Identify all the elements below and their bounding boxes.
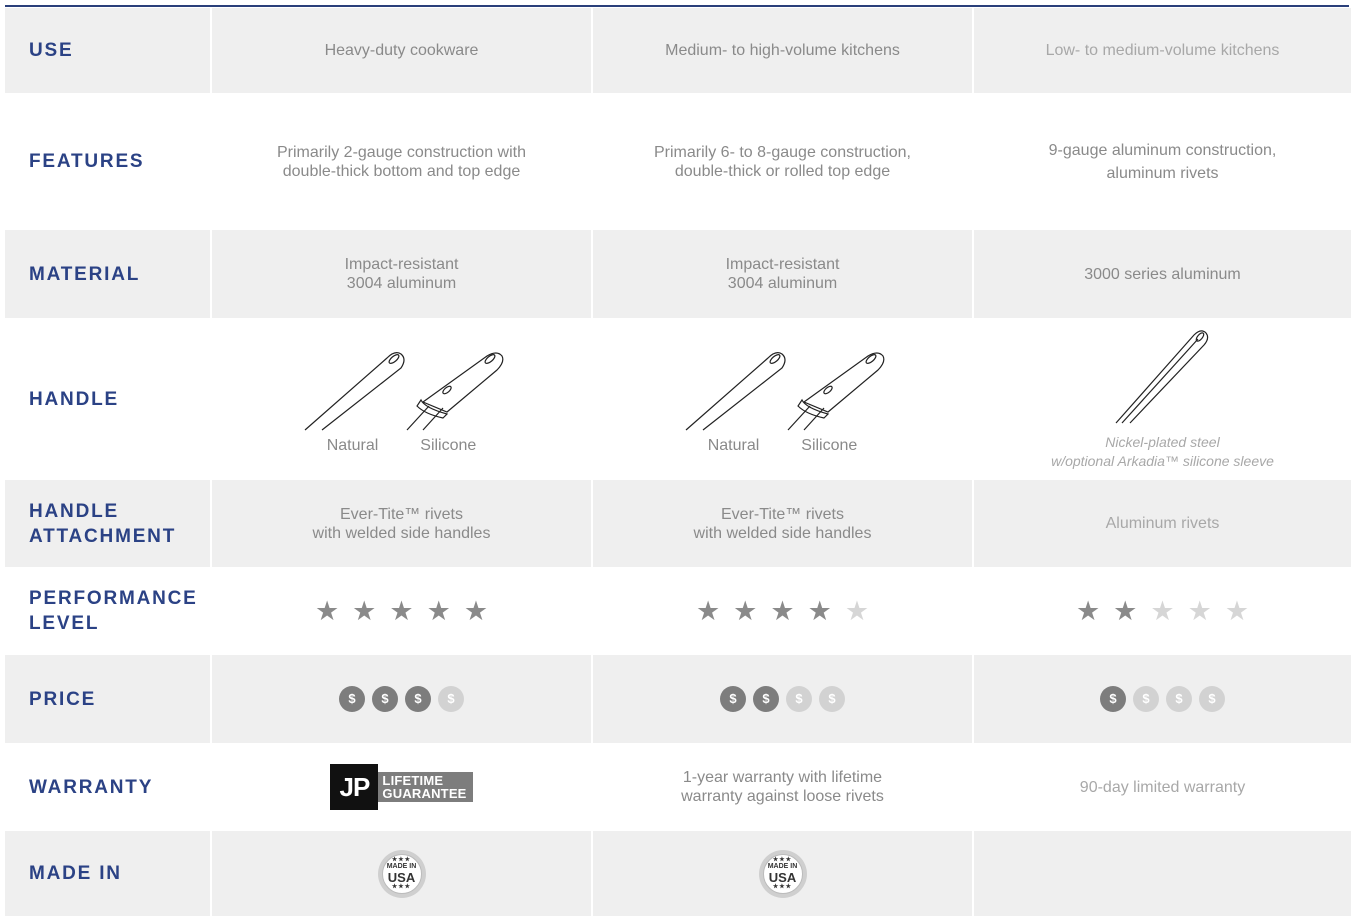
row-label: HANDLE ATTACHMENT (5, 480, 210, 567)
row-performance: PERFORMANCE LEVEL ★ ★ ★ ★ ★ ★ ★ ★ ★ ★ ★ ★ ★ ★ ★ (5, 567, 1349, 655)
row-made-in: MADE IN ★★★ MADE IN USA ★★★ ★★★ MADE IN … (5, 831, 1351, 916)
cell-attachment-2: Ever-Tite™ rivets with welded side handle… (593, 480, 972, 567)
cell-warranty-2: 1-year warranty with lifetime warranty ag… (681, 769, 884, 805)
dollar-coin-icon: $ (819, 686, 845, 712)
jp-mark: JP (330, 764, 379, 810)
cell-material-1: Impact-resistant 3004 aluminum (212, 230, 591, 318)
lifetime-guarantee-badge: JP LIFETIME GUARANTEE (330, 764, 473, 810)
cell-handle-3: Nickel-plated steel w/optional Arkadia™ s… (974, 318, 1351, 480)
cell-made-2: ★★★ MADE IN USA ★★★ (593, 831, 972, 916)
handle-label-silicone: Silicone (801, 436, 858, 454)
row-handle-attachment: HANDLE ATTACHMENT Ever-Tite™ rivets with w… (5, 480, 1351, 567)
star-icon: ★ (770, 595, 795, 627)
cell-handle-1: Natural Silicone (212, 318, 591, 480)
row-use: USE Heavy-duty cookware Medium- to high-… (5, 8, 1351, 93)
dollar-coin-icon: $ (786, 686, 812, 712)
star-icon: ★ (1113, 595, 1138, 627)
dollar-coin-icon: $ (720, 686, 746, 712)
dollar-coin-icon: $ (1199, 686, 1225, 712)
cell-features-2: Primarily 6- to 8-gauge construction, dou… (654, 143, 911, 180)
dollar-coin-icon: $ (753, 686, 779, 712)
price-rating: $ $ $ $ (1100, 686, 1225, 712)
handle-label-natural: Natural (707, 436, 760, 454)
nickel-handle-icon (1115, 330, 1208, 424)
star-icon: ★ (733, 595, 758, 627)
row-label: FEATURES (29, 151, 145, 172)
dollar-coin-icon: $ (372, 686, 398, 712)
row-label: PERFORMANCE LEVEL (29, 588, 198, 634)
row-label: USE (5, 8, 210, 93)
cell-price-2: $ $ $ $ (593, 655, 972, 743)
cell-use-3: Low- to medium-volume kitchens (974, 8, 1351, 93)
row-label: HANDLE (29, 388, 119, 410)
dollar-coin-icon: $ (1100, 686, 1126, 712)
star-icon: ★ (352, 595, 377, 627)
dollar-coin-icon: $ (438, 686, 464, 712)
cell-use-2: Medium- to high-volume kitchens (593, 8, 972, 93)
star-icon: ★ (1224, 595, 1250, 627)
star-icon: ★ (463, 595, 489, 627)
price-rating: $ $ $ $ (720, 686, 845, 712)
row-price: PRICE $ $ $ $ $ $ $ $ $ $ $ $ (5, 655, 1351, 743)
handles-illustration (304, 351, 503, 430)
cell-use-1: Heavy-duty cookware (212, 8, 591, 93)
comparison-table: USE Heavy-duty cookware Medium- to high-… (0, 0, 1354, 916)
star-icon: ★ (807, 595, 832, 627)
cell-attachment-1: Ever-Tite™ rivets with welded side handle… (212, 480, 591, 567)
price-rating: $ $ $ $ (339, 686, 464, 712)
row-features: FEATURES Primarily 2-gauge construction … (5, 93, 1349, 230)
star-icon: ★ (314, 595, 340, 627)
row-label: PRICE (5, 655, 210, 743)
handle-label-natural: Natural (326, 436, 379, 454)
made-in-usa-badge: ★★★ MADE IN USA ★★★ (377, 849, 426, 898)
star-icon: ★ (426, 595, 451, 627)
row-handle: HANDLE Natural Silicone Natural Silicone… (5, 318, 1349, 480)
cell-performance-3: ★ ★ ★ ★ ★ (974, 567, 1351, 655)
star-rating: ★ ★ ★ ★ ★ (1076, 598, 1249, 625)
handles-illustration (685, 351, 884, 430)
dollar-coin-icon: $ (1166, 686, 1192, 712)
jp-text: LIFETIME GUARANTEE (378, 772, 473, 802)
row-warranty: WARRANTY JP LIFETIME GUARANTEE 1-year wa… (5, 743, 1349, 831)
cell-performance-1: ★ ★ ★ ★ ★ (212, 567, 591, 655)
row-material: MATERIAL Impact-resistant 3004 aluminum I… (5, 230, 1351, 318)
cell-made-3 (974, 831, 1351, 916)
star-icon: ★ (1187, 595, 1212, 627)
made-in-usa-badge: ★★★ MADE IN USA ★★★ (758, 849, 807, 898)
row-label: WARRANTY (29, 776, 154, 798)
cell-price-1: $ $ $ $ (212, 655, 591, 743)
silicone-handle-icon (406, 351, 503, 430)
cell-price-3: $ $ $ $ (974, 655, 1351, 743)
handle-note: Nickel-plated steel w/optional Arkadia™ s… (1051, 434, 1274, 469)
handle-label-silicone: Silicone (420, 436, 477, 454)
row-label: MADE IN (5, 831, 210, 916)
cell-material-3: 3000 series aluminum (974, 230, 1351, 318)
cell-handle-2: Natural Silicone (593, 318, 972, 480)
cell-features-3: 9-gauge aluminum construction, aluminum r… (1048, 141, 1277, 182)
top-rule (5, 5, 1349, 7)
star-icon: ★ (695, 595, 721, 627)
dollar-coin-icon: $ (405, 686, 431, 712)
cell-warranty-1: JP LIFETIME GUARANTEE (212, 743, 591, 831)
cell-material-2: Impact-resistant 3004 aluminum (593, 230, 972, 318)
dollar-coin-icon: $ (1133, 686, 1159, 712)
dollar-coin-icon: $ (339, 686, 365, 712)
natural-handle-icon (304, 351, 405, 430)
cell-attachment-3: Aluminum rivets (974, 480, 1351, 567)
row-label: MATERIAL (5, 230, 210, 318)
star-icon: ★ (389, 595, 414, 627)
star-rating: ★ ★ ★ ★ ★ (696, 598, 869, 625)
cell-performance-2: ★ ★ ★ ★ ★ (593, 567, 972, 655)
silicone-handle-icon (787, 351, 884, 430)
cell-made-1: ★★★ MADE IN USA ★★★ (212, 831, 591, 916)
natural-handle-icon (685, 351, 786, 430)
star-rating: ★ ★ ★ ★ ★ (315, 598, 488, 625)
cell-warranty-3: 90-day limited warranty (1079, 778, 1246, 796)
star-icon: ★ (1075, 595, 1101, 627)
cell-features-1: Primarily 2-gauge construction with doubl… (277, 143, 526, 180)
star-icon: ★ (1150, 595, 1175, 627)
star-icon: ★ (844, 595, 870, 627)
